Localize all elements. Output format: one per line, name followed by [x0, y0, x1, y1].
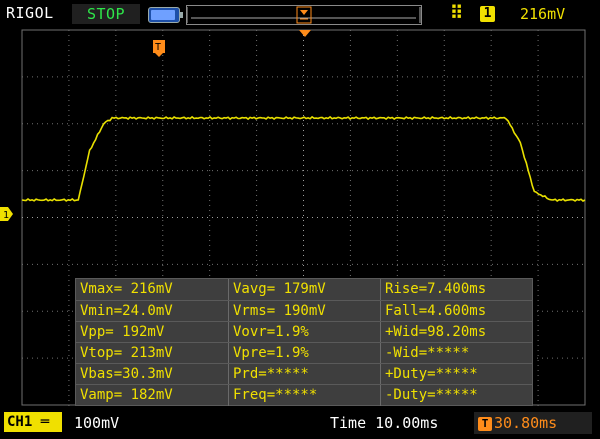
rising-edge-icon: ⠿	[450, 3, 464, 24]
dc-coupling-icon: ═	[40, 414, 50, 430]
meas-vmax: Vmax= 216mV	[80, 281, 173, 297]
bottom-status-bar: CH1 ═ 100mV Time 10.00ms T 30.80ms	[0, 410, 600, 439]
ch1-vertical-scale[interactable]: 100mV	[74, 414, 119, 432]
meas-freq: Freq=*****	[228, 385, 380, 406]
meas-neg-duty: -Duty=*****	[380, 385, 532, 406]
meas-vtop: Vtop= 213mV	[80, 345, 173, 361]
measurement-table: Vmax= 216mV Vavg= 179mV Rise=7.400ms Vmi…	[75, 278, 533, 406]
measurement-row: Vamp= 182mV Freq=***** -Duty=*****	[76, 384, 532, 406]
meas-vamp: Vamp= 182mV	[80, 387, 173, 403]
meas-rise: Rise=7.400ms	[380, 279, 532, 300]
measurement-row: Vmin=24.0mV Vrms= 190mV Fall=4.600ms	[76, 300, 532, 322]
ch1-ground-marker-label: 1	[3, 210, 9, 221]
horizontal-trigger-arrow[interactable]	[299, 30, 311, 37]
trigger-offset-panel[interactable]: T 30.80ms	[474, 412, 592, 434]
measurement-row: Vmax= 216mV Vavg= 179mV Rise=7.400ms	[76, 279, 532, 300]
timeline-wave-icon	[186, 6, 421, 24]
run-state-badge[interactable]: STOP	[72, 4, 140, 24]
measurement-row: Vtop= 213mV Vpre=1.9% -Wid=*****	[76, 342, 532, 364]
meas-vpp: Vpp= 192mV	[80, 324, 165, 340]
trigger-position-marker-label: T	[155, 42, 161, 53]
trigger-offset-icon: T	[478, 417, 492, 431]
trigger-level-value: 216mV	[520, 5, 566, 23]
meas-neg-width: -Wid=*****	[380, 343, 532, 364]
meas-vavg: Vavg= 179mV	[228, 279, 380, 300]
meas-vovr: Vovr=1.9%	[228, 322, 380, 343]
meas-period: Prd=*****	[228, 364, 380, 385]
meas-pos-width: +Wid=98.20ms	[380, 322, 532, 343]
ch1-label: CH1	[7, 414, 33, 430]
ch1-waveform	[21, 115, 586, 202]
measurement-row: Vpp= 192mV Vovr=1.9% +Wid=98.20ms	[76, 321, 532, 343]
meas-vbas: Vbas=30.3mV	[80, 366, 173, 382]
brand-label: RIGOL	[6, 4, 54, 22]
trigger-offset-value: 30.80ms	[494, 414, 558, 432]
ch1-ground-marker[interactable]: 1	[0, 207, 13, 221]
top-status-bar: RIGOL STOP ⠿ 1 216mV	[0, 0, 600, 28]
trigger-info-panel[interactable]: ⠿ 1 216mV	[438, 2, 600, 26]
ch1-button[interactable]: CH1 ═	[4, 412, 62, 432]
timebase-value[interactable]: Time 10.00ms	[330, 414, 438, 432]
memory-depth-timeline[interactable]	[186, 5, 422, 25]
meas-pos-duty: +Duty=*****	[380, 364, 532, 385]
meas-fall: Fall=4.600ms	[380, 301, 532, 322]
measurement-row: Vbas=30.3mV Prd=***** +Duty=*****	[76, 363, 532, 385]
meas-vrms: Vrms= 190mV	[228, 301, 380, 322]
trigger-source-badge: 1	[480, 6, 495, 22]
meas-vmin: Vmin=24.0mV	[80, 303, 173, 319]
battery-icon	[148, 7, 183, 23]
trigger-position-marker[interactable]: T	[153, 40, 165, 57]
meas-vpre: Vpre=1.9%	[228, 343, 380, 364]
